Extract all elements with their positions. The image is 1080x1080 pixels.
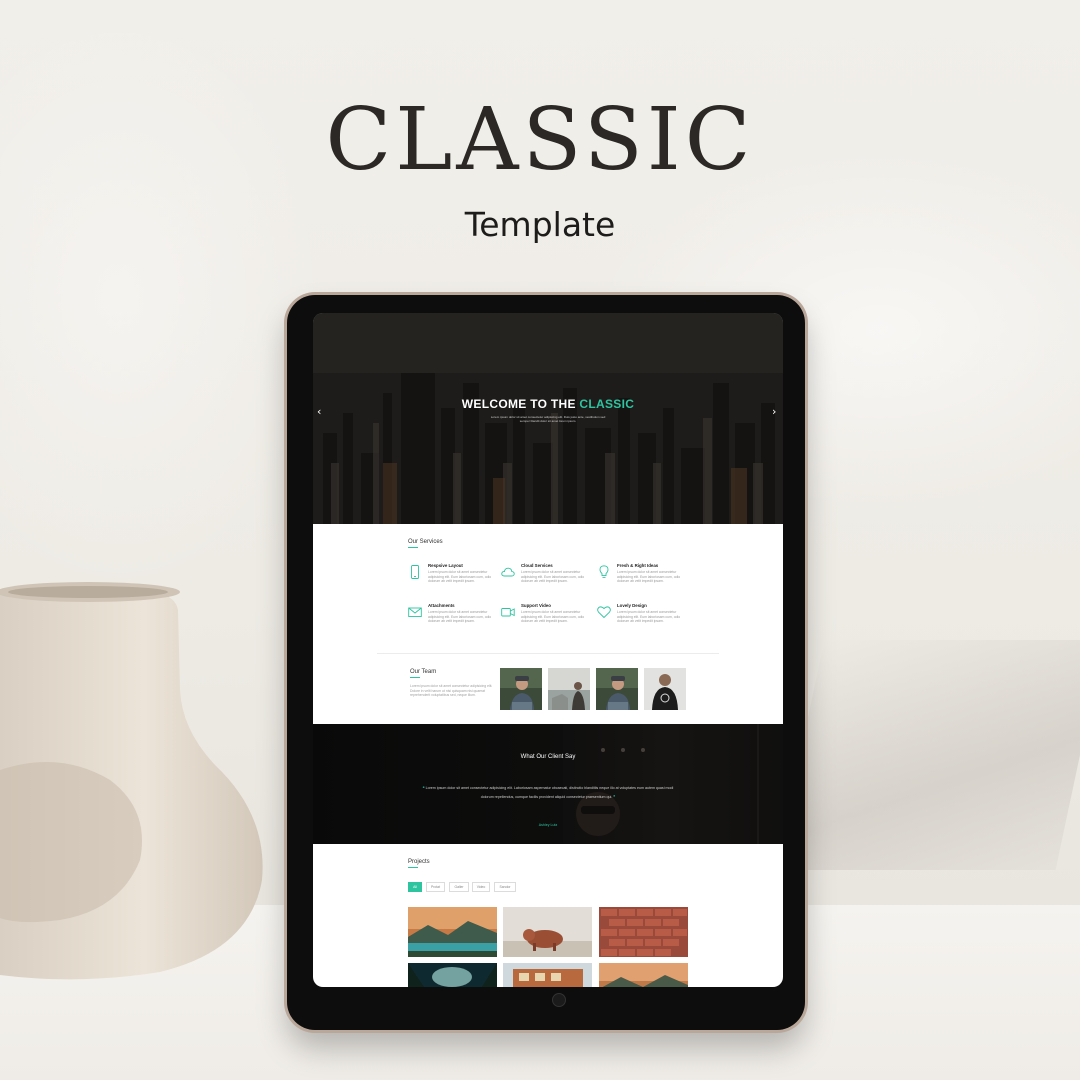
testimonial-section: What Our Client Say ❝ Lorem ipsum dolor …: [313, 724, 783, 844]
lightbulb-icon: [599, 565, 609, 578]
service-text: Lorem ipsum dolor sit amet consectetur a…: [428, 570, 492, 583]
team-member-photo[interactable]: [644, 668, 686, 710]
filter-galler-button[interactable]: Galler: [449, 882, 469, 892]
service-text: Lorem ipsum dolor sit amet consectetur a…: [617, 570, 681, 583]
cloud-icon: [501, 567, 515, 577]
hero-title: WELCOME TO THE CLASSIC: [313, 397, 783, 411]
heart-icon: [597, 606, 611, 619]
testimonial-author: Ashley Lutz: [538, 823, 558, 827]
team-text: Lorem ipsum dolor sit amet consectetur a…: [410, 684, 493, 698]
service-text: Lorem ipsum dolor sit amet consectetur a…: [521, 610, 585, 623]
team-member-photo[interactable]: [548, 668, 590, 710]
service-text: Lorem ipsum dolor sit amet consectetur a…: [521, 570, 585, 583]
team-member-photo[interactable]: [500, 668, 542, 710]
tablet-screen: WELCOME TO THE CLASSIC Lorem ipsum dolor…: [313, 313, 783, 987]
hero-subtitle: Lorem ipsum dolor sit amet consectetur a…: [490, 415, 606, 423]
filter-sandor-button[interactable]: Sandor: [494, 882, 516, 892]
team-member-photo[interactable]: [596, 668, 638, 710]
page-headline: CLASSIC: [325, 90, 755, 190]
filter-protat-button[interactable]: Protat: [426, 882, 445, 892]
service-title: Respsive Layout: [428, 563, 463, 568]
project-thumbnail[interactable]: [408, 907, 497, 957]
project-thumbnail[interactable]: [408, 963, 497, 987]
projects-heading: Projects: [408, 859, 430, 865]
filter-all-button[interactable]: All: [408, 882, 422, 892]
hero-section: WELCOME TO THE CLASSIC Lorem ipsum dolor…: [313, 313, 783, 524]
service-title: Support Video: [521, 603, 551, 608]
services-heading-underline: [408, 547, 418, 548]
testimonial-quote-text: Lorem ipsum dolor sit amet consectetur a…: [425, 786, 674, 799]
services-heading: Our Services: [408, 539, 443, 545]
tablet-home-button[interactable]: [552, 993, 566, 1007]
service-title: Lovely Design: [617, 603, 647, 608]
hero-title-accent: CLASSIC: [579, 397, 635, 411]
project-thumbnail[interactable]: [503, 963, 592, 987]
service-title: Fresh & Right Ideas: [617, 563, 659, 568]
quote-close-icon: ❞: [613, 795, 616, 799]
mobile-icon: [411, 565, 419, 579]
quote-open-icon: ❝: [422, 786, 425, 790]
service-title: Attachments: [428, 603, 455, 608]
project-thumbnail[interactable]: [503, 907, 592, 957]
hero-title-prefix: WELCOME TO THE: [461, 397, 576, 411]
testimonial-heading: What Our Client Say: [520, 754, 576, 760]
project-thumbnail[interactable]: [599, 907, 688, 957]
wall-shadow: [775, 640, 1080, 870]
service-text: Lorem ipsum dolor sit amet consectetur a…: [617, 610, 681, 623]
video-icon: [501, 608, 515, 617]
hero-prev-arrow-icon[interactable]: ‹: [317, 405, 321, 418]
service-title: Cloud Services: [521, 563, 553, 568]
filter-video-button[interactable]: Video: [472, 882, 490, 892]
envelope-icon: [408, 607, 422, 617]
vase-decoration: [0, 582, 263, 980]
team-heading: Our Team: [410, 669, 437, 675]
section-divider: [377, 653, 719, 654]
testimonial-quote: ❝ Lorem ipsum dolor sit amet consectetur…: [418, 784, 678, 802]
service-text: Lorem ipsum dolor sit amet consectetur a…: [428, 610, 492, 623]
team-heading-underline: [410, 677, 420, 678]
page-subheadline: Template: [464, 205, 616, 244]
projects-heading-underline: [408, 867, 418, 868]
project-thumbnail[interactable]: [599, 963, 688, 987]
hero-next-arrow-icon[interactable]: ›: [772, 405, 776, 418]
